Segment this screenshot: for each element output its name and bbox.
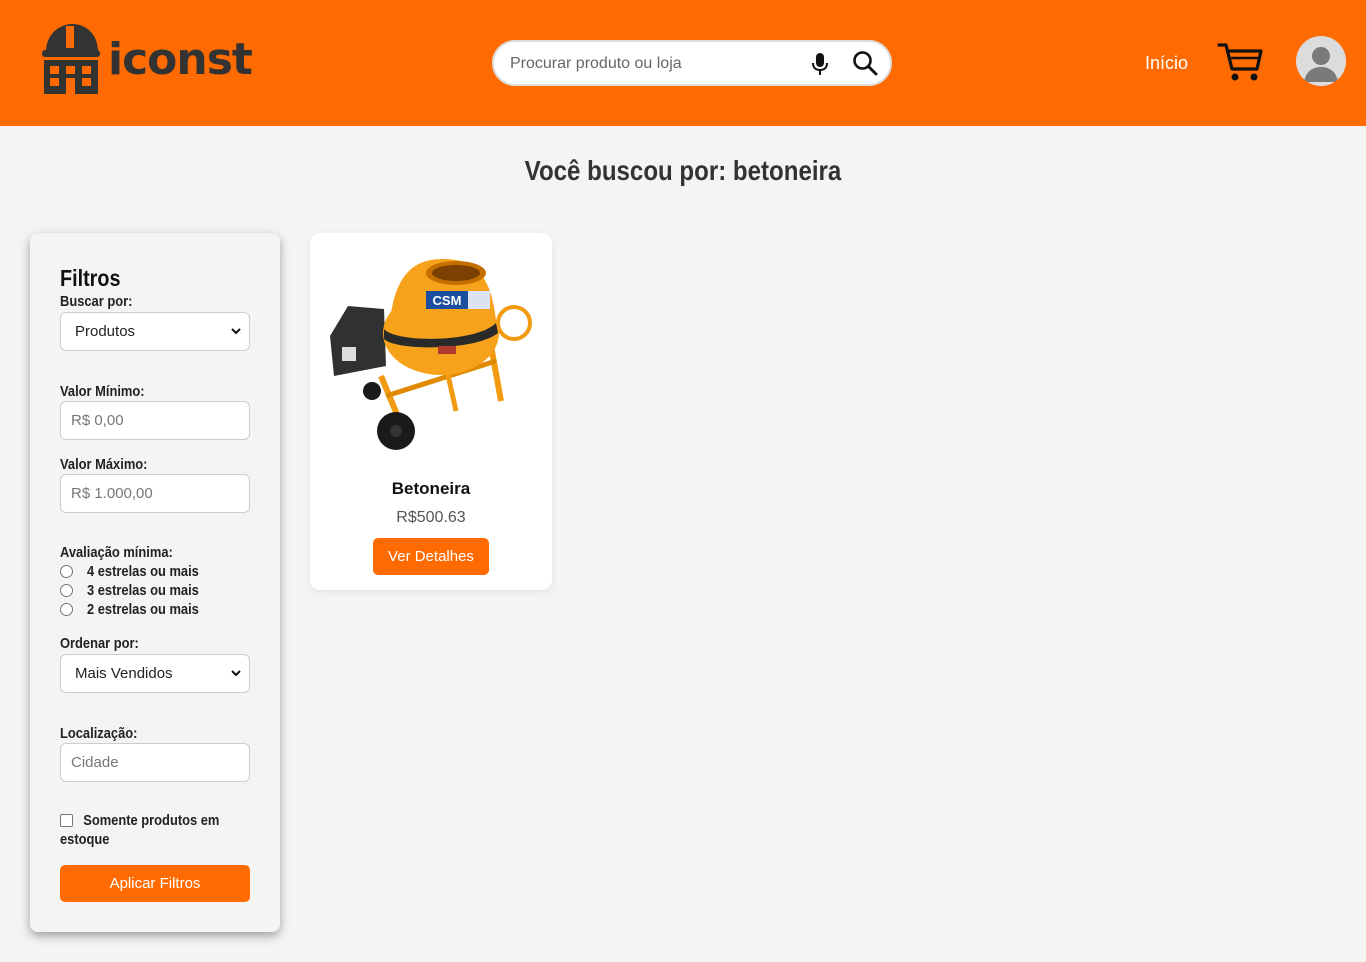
mixer-brand-text: CSM <box>433 293 462 308</box>
rating-label: Avaliação mínima: <box>60 544 173 561</box>
cart-icon[interactable] <box>1217 41 1263 83</box>
product-price: R$500.63 <box>396 509 466 526</box>
rating-radio[interactable] <box>60 584 73 597</box>
product-card[interactable]: CSM Betoneira R$500.63 Ver Detalhes <box>310 233 552 590</box>
rating-option-label: 3 estrelas ou mais <box>87 582 199 599</box>
rating-option-2[interactable]: 2 estrelas ou mais <box>60 601 217 618</box>
order-by-select[interactable]: Mais Vendidos <box>60 654 250 693</box>
product-name[interactable]: Betoneira <box>310 479 552 499</box>
search-icon[interactable] <box>852 50 878 76</box>
concrete-mixer-image: CSM <box>330 259 532 450</box>
filters-panel: Filtros Buscar por: Produtos Valor Mínim… <box>30 233 280 932</box>
location-label: Localização: <box>60 725 138 742</box>
order-by-label: Ordenar por: <box>60 635 139 652</box>
rating-radio[interactable] <box>60 565 73 578</box>
brand-name: iconst <box>108 33 253 85</box>
chevron-down-icon <box>231 328 241 335</box>
location-input[interactable] <box>60 743 250 782</box>
rating-option-4[interactable]: 4 estrelas ou mais <box>60 563 217 580</box>
person-icon <box>1304 47 1338 82</box>
search-bar[interactable] <box>492 40 892 86</box>
min-value-label: Valor Mínimo: <box>60 383 145 400</box>
rating-option-3[interactable]: 3 estrelas ou mais <box>60 582 217 599</box>
top-header: iconst Início <box>0 0 1366 126</box>
rating-option-label: 4 estrelas ou mais <box>87 563 199 580</box>
max-value-input[interactable] <box>60 474 250 513</box>
search-by-value: Produtos <box>75 323 136 340</box>
apply-filters-button[interactable]: Aplicar Filtros <box>60 865 250 902</box>
nav-home-link[interactable]: Início <box>1145 53 1188 74</box>
page-title: Você buscou por: betoneira <box>524 155 842 186</box>
mic-icon[interactable] <box>810 52 830 76</box>
order-by-value: Mais Vendidos <box>75 665 173 682</box>
rating-option-label: 2 estrelas ou mais <box>87 601 199 618</box>
rating-radio[interactable] <box>60 603 73 616</box>
stock-only-label: Somente produtos em estoque <box>60 812 220 848</box>
logo-icon <box>42 24 100 94</box>
user-avatar-icon[interactable] <box>1296 36 1346 86</box>
filters-title: Filtros <box>60 265 121 291</box>
view-details-button[interactable]: Ver Detalhes <box>373 538 489 575</box>
min-value-input[interactable] <box>60 401 250 440</box>
brand-logo[interactable]: iconst <box>38 22 253 96</box>
search-by-select[interactable]: Produtos <box>60 312 250 351</box>
chevron-down-icon <box>231 670 241 677</box>
search-input[interactable] <box>510 51 800 77</box>
search-by-label: Buscar por: <box>60 293 133 310</box>
max-value-label: Valor Máximo: <box>60 456 148 473</box>
